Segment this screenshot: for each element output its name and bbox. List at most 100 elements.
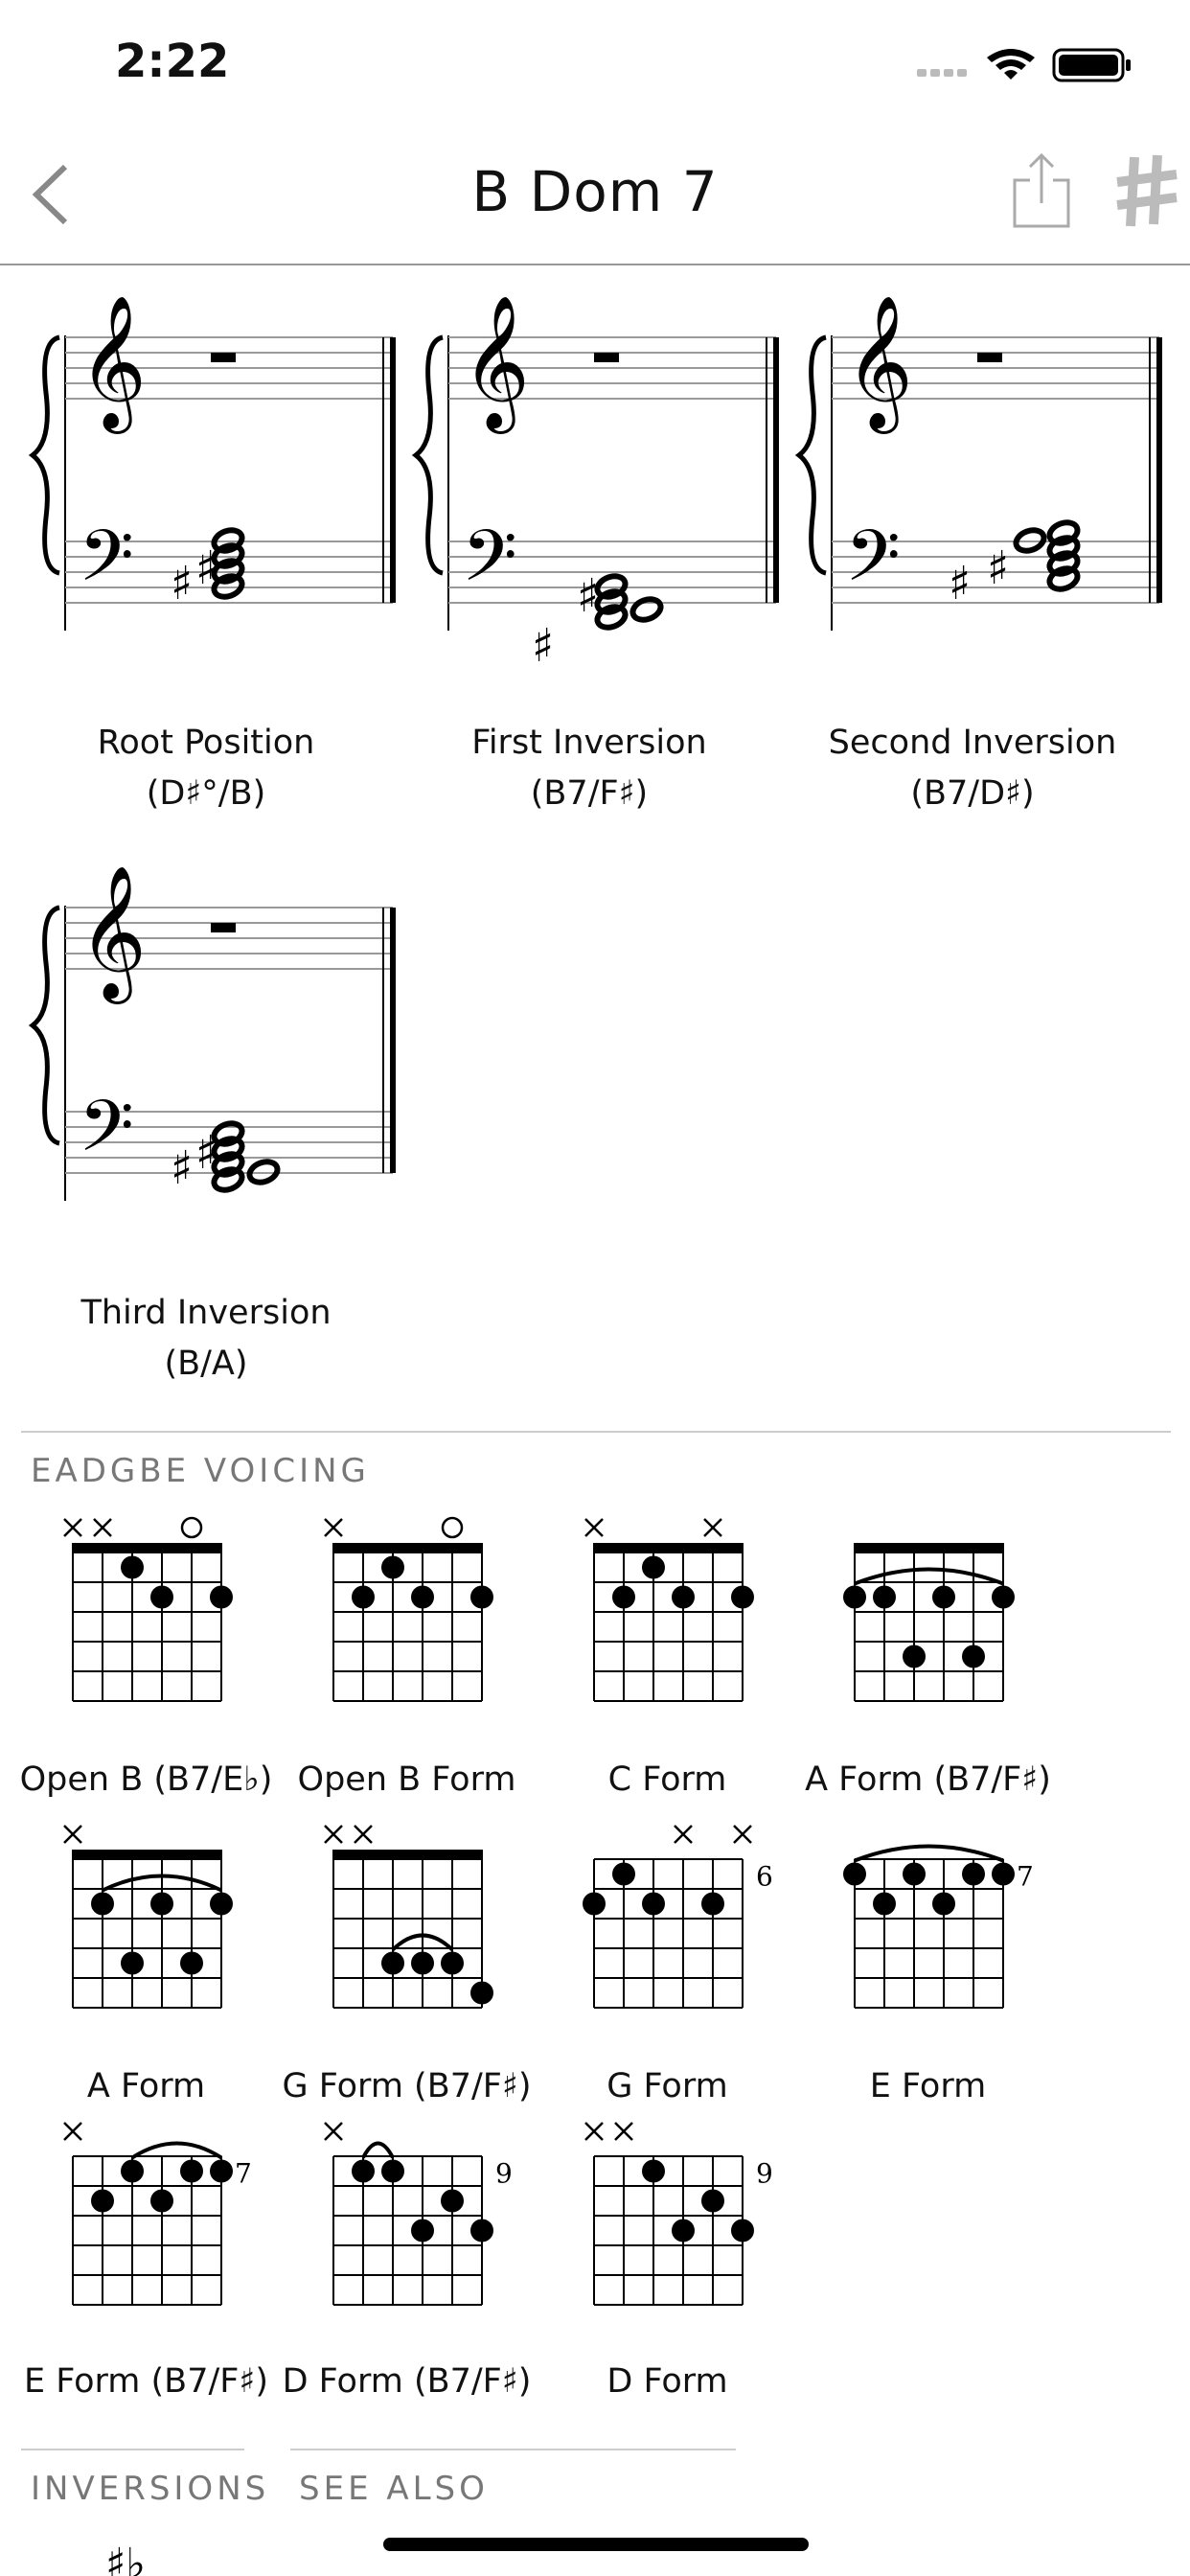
- finger-dot: [903, 1862, 926, 1886]
- grand-staff: 𝄞𝄢♯♯: [28, 295, 396, 631]
- chord-label[interactable]: A Form: [19, 2067, 273, 2105]
- fret-number: 7: [235, 2158, 252, 2190]
- brace-icon: [794, 334, 827, 576]
- notation-sub-second: (B7/D♯): [910, 774, 1035, 813]
- finger-dot: [91, 2189, 114, 2213]
- brace-icon: [28, 334, 60, 576]
- chord-label[interactable]: A Form (B7/F♯): [801, 1760, 1055, 1799]
- whole-rest-icon: [977, 353, 1002, 362]
- bass-clef-icon: 𝄢: [845, 515, 901, 615]
- chord-label[interactable]: Open B Form: [280, 1760, 534, 1799]
- finger-dot: [932, 1892, 955, 1916]
- chord-diagram[interactable]: [324, 1516, 493, 1702]
- finger-dot: [180, 1951, 203, 1975]
- sharp-symbol-icon[interactable]: [1113, 153, 1180, 230]
- chord-diagram[interactable]: [324, 1825, 493, 2009]
- svg-text:♯♭: ♯♭: [105, 2540, 146, 2576]
- chord-label[interactable]: G Form (B7/F♯): [280, 2067, 534, 2105]
- status-icons: [917, 48, 1131, 82]
- finger-dot: [441, 1951, 464, 1975]
- chord-diagram[interactable]: 6: [583, 1825, 773, 2009]
- chord-label[interactable]: Open B (B7/E♭): [19, 1760, 273, 1799]
- chord-label[interactable]: E Form (B7/F♯): [19, 2362, 273, 2401]
- sharp-icon: ♯: [577, 569, 599, 623]
- finger-dot: [381, 1555, 404, 1579]
- finger-dot: [91, 1892, 114, 1916]
- inversions-title: INVERSIONS: [31, 2470, 270, 2508]
- muted-string-icon: [324, 1825, 343, 1844]
- chord-diagram[interactable]: 7: [63, 2122, 252, 2306]
- notation-label-first: First Inversion: [471, 724, 707, 762]
- cellular-signal-icon: [917, 69, 967, 77]
- muted-string-icon: [63, 1518, 82, 1537]
- chord-diagram[interactable]: [843, 1543, 1015, 1702]
- finger-dot: [642, 1555, 665, 1579]
- finger-dot: [210, 1892, 233, 1916]
- chord-diagram[interactable]: [63, 1516, 233, 1702]
- finger-dot: [121, 1555, 144, 1579]
- finger-dot: [180, 2159, 203, 2183]
- chord-label[interactable]: G Form: [540, 2067, 794, 2105]
- finger-dot: [642, 1892, 665, 1916]
- finger-dot: [411, 2219, 434, 2242]
- finger-dot: [672, 1585, 695, 1609]
- sharp-icon: ♯: [171, 557, 193, 610]
- open-string-icon: [180, 1516, 203, 1539]
- bass-clef-icon: 𝄢: [462, 515, 517, 615]
- chord-diagram[interactable]: [63, 1825, 233, 2009]
- grand-staff: 𝄞 𝄢 ♯ ♯: [411, 295, 779, 673]
- finger-dot: [731, 1585, 754, 1609]
- muted-string-icon: [63, 1825, 82, 1844]
- finger-dot: [150, 1892, 173, 1916]
- muted-string-icon: [63, 2122, 82, 2141]
- see-also-divider: [290, 2449, 736, 2450]
- chord-diagram[interactable]: 9: [324, 2122, 513, 2306]
- chord-diagram[interactable]: 9: [584, 2122, 773, 2306]
- nut: [72, 1850, 222, 1859]
- share-icon[interactable]: [1011, 151, 1072, 230]
- notation-label-third: Third Inversion: [80, 1294, 332, 1332]
- finger-dot: [150, 1585, 173, 1609]
- chord-diagram[interactable]: 7: [843, 1844, 1034, 2009]
- finger-dot: [962, 1644, 985, 1668]
- chord-label[interactable]: C Form: [540, 1760, 794, 1799]
- nut: [332, 1543, 483, 1552]
- home-indicator: [383, 2538, 809, 2551]
- sharp-icon: ♯: [949, 557, 971, 610]
- muted-string-icon: [324, 1518, 343, 1537]
- whole-note: [629, 596, 664, 623]
- wifi-icon: [987, 49, 1035, 80]
- finger-dot: [672, 2219, 695, 2242]
- sharp-icon: ♯: [171, 1141, 193, 1195]
- chord-label[interactable]: D Form: [540, 2362, 794, 2401]
- chord-diagram[interactable]: [584, 1518, 754, 1702]
- treble-clef-icon: 𝄞: [845, 295, 913, 434]
- whole-rest-icon: [211, 923, 236, 932]
- chord-diagrams: 6 7 7 9 9: [63, 1516, 1034, 2306]
- treble-clef-icon: 𝄞: [462, 295, 530, 434]
- sharp-icon: ♯: [532, 619, 554, 673]
- voicing-title: EADGBE VOICING: [31, 1452, 370, 1490]
- finger-dot: [381, 2159, 404, 2183]
- battery-icon: [1052, 48, 1131, 82]
- chord-label[interactable]: D Form (B7/F♯): [280, 2362, 534, 2401]
- chord-label[interactable]: E Form: [801, 2067, 1055, 2105]
- finger-dot: [992, 1585, 1015, 1609]
- finger-dot: [441, 2189, 464, 2213]
- sharp-icon: ♯: [195, 1126, 217, 1180]
- brace-icon: [28, 905, 60, 1146]
- see-also-title: SEE ALSO: [299, 2470, 489, 2508]
- finger-dot: [210, 2159, 233, 2183]
- muted-string-icon: [614, 2122, 633, 2141]
- nut: [72, 1543, 222, 1552]
- finger-dot: [873, 1585, 896, 1609]
- inversion-preview-icon[interactable]: ♯♭: [96, 2540, 182, 2576]
- finger-dot: [583, 1892, 606, 1916]
- notation-sub-third: (B/A): [164, 1345, 248, 1383]
- nut: [332, 1850, 483, 1859]
- open-string-icon: [441, 1516, 464, 1539]
- bass-clef-icon: 𝄢: [79, 1085, 134, 1185]
- muted-string-icon: [703, 1518, 722, 1537]
- whole-rest-icon: [594, 353, 619, 362]
- fret-number: 7: [1017, 1861, 1034, 1893]
